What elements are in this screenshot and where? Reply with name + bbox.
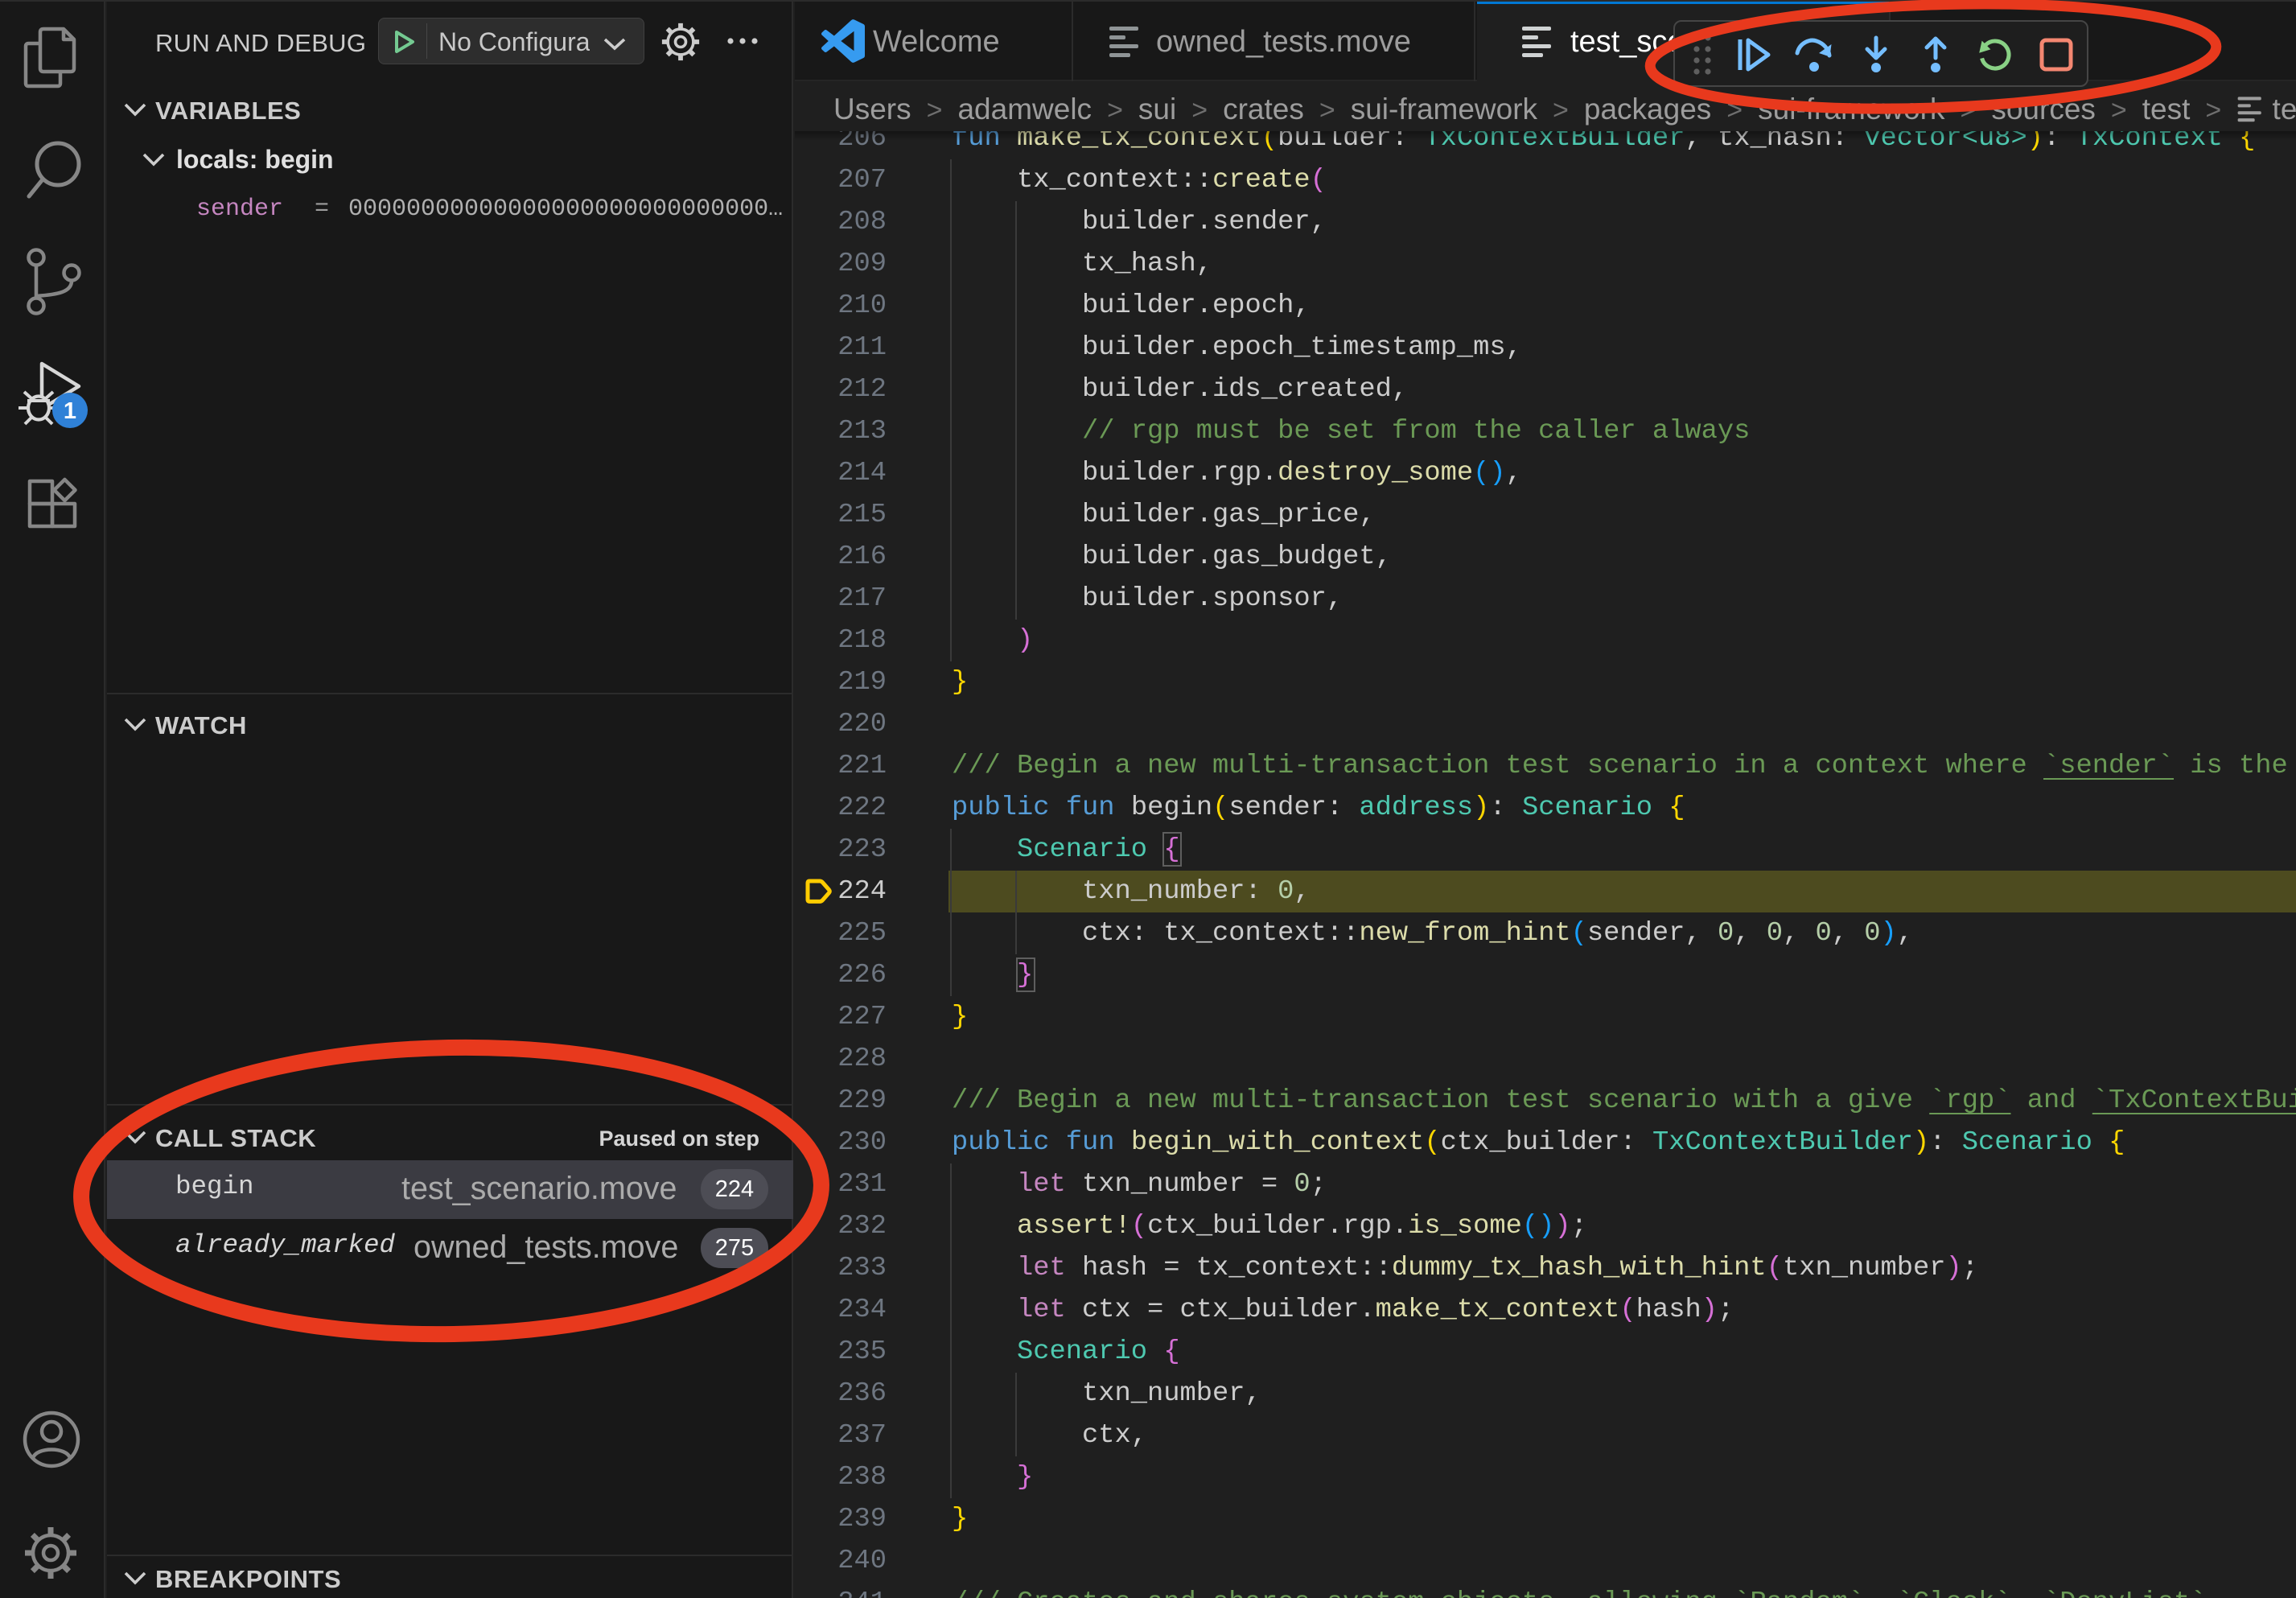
svg-text:1: 1 — [64, 398, 76, 424]
